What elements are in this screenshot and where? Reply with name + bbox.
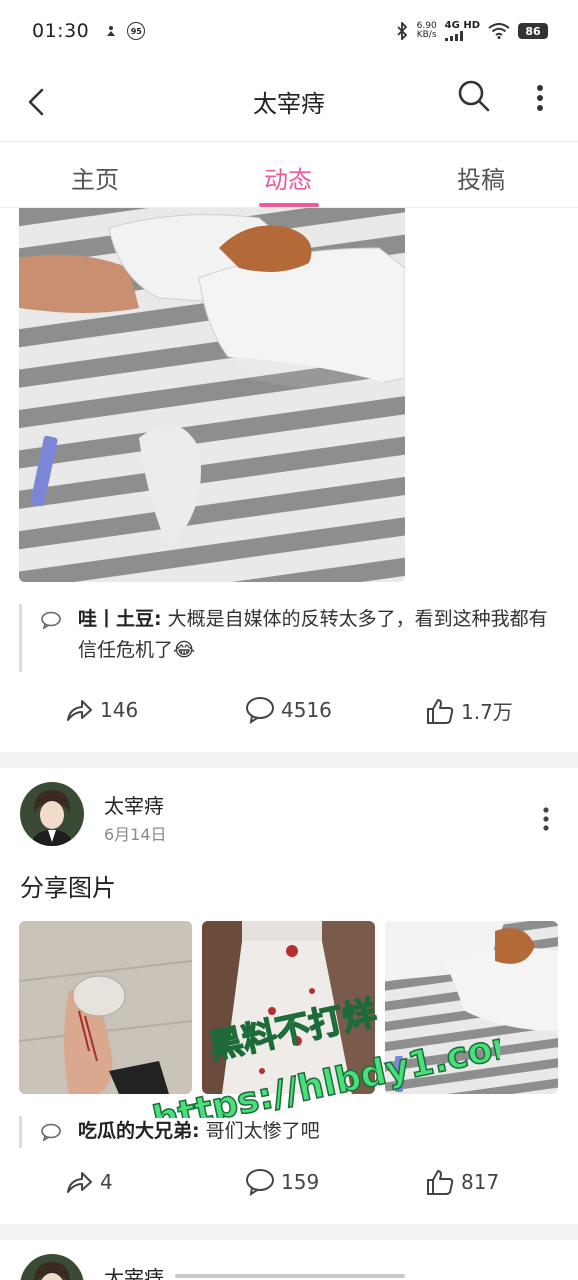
avatar[interactable] — [20, 782, 84, 846]
thumbs-up-icon — [427, 698, 454, 724]
comment-bubble-icon — [41, 1123, 61, 1141]
network-speed: 6.90 KB/s — [417, 22, 437, 40]
share-button[interactable]: 146 — [64, 696, 138, 724]
author-name[interactable]: 太宰痔 — [104, 790, 164, 819]
top-comment[interactable]: 吃瓜的大兄弟: 哥们太惨了吧 — [19, 1116, 559, 1148]
comment-bubble-icon — [41, 611, 61, 629]
post-actions: 146 4516 1.7万 — [0, 694, 578, 734]
network-label: 4G HD — [444, 20, 480, 31]
post-thumbnail[interactable] — [19, 921, 192, 1094]
like-button[interactable]: 1.7万 — [425, 696, 513, 725]
tab-posts[interactable]: 投稿 — [457, 160, 505, 195]
like-count: 817 — [461, 1170, 500, 1194]
comment-icon — [246, 1169, 274, 1196]
top-comment[interactable]: 哇丨土豆: 大概是自媒体的反转太多了，看到这种我都有信任危机了😂 — [19, 604, 559, 672]
comment-button[interactable]: 159 — [245, 1168, 319, 1196]
post-image[interactable] — [19, 208, 405, 582]
comment-username[interactable]: 哇丨土豆: — [78, 608, 162, 630]
post-text: 分享图片 — [20, 874, 116, 902]
bandaged-hand-photo — [385, 921, 558, 1094]
notification-badge: 95 — [127, 22, 146, 40]
top-bar: 太宰痔 — [0, 62, 578, 142]
share-button[interactable]: 4 — [64, 1168, 113, 1196]
hospital-bed-photo — [19, 208, 405, 582]
blood-floor-photo — [202, 921, 375, 1094]
post-actions: 4 159 817 — [0, 1166, 578, 1206]
cellular-signal: 4G HD — [444, 20, 480, 41]
signal-icon — [444, 31, 463, 41]
post-separator — [0, 752, 578, 768]
post-more-icon[interactable] — [540, 804, 552, 834]
post-thumbnail[interactable] — [202, 921, 375, 1094]
comment-username[interactable]: 吃瓜的大兄弟: — [78, 1120, 200, 1142]
share-count: 146 — [100, 698, 139, 722]
like-count: 1.7万 — [461, 700, 513, 724]
comment-text-block: 哇丨土豆: 大概是自媒体的反转太多了，看到这种我都有信任危机了😂 — [42, 604, 559, 666]
comment-icon — [246, 697, 274, 724]
comment-text-block: 吃瓜的大兄弟: 哥们太惨了吧 — [42, 1116, 559, 1147]
search-icon[interactable] — [456, 78, 492, 114]
speed-unit: KB/s — [416, 30, 437, 40]
comment-text: 哥们太惨了吧 — [199, 1120, 320, 1142]
battery-level: 86 — [518, 23, 548, 39]
comment-count: 4516 — [281, 698, 332, 722]
bluetooth-icon — [396, 22, 407, 40]
injured-leg-photo — [19, 921, 192, 1094]
wifi-icon — [488, 23, 510, 39]
status-time: 01:30 — [32, 20, 90, 42]
author-name[interactable]: 太宰痔 — [104, 1262, 164, 1280]
like-button[interactable]: 817 — [425, 1168, 499, 1196]
scroll-indicator — [175, 1274, 405, 1278]
thumbs-up-icon — [427, 1170, 454, 1195]
tab-activity[interactable]: 动态 — [264, 160, 312, 195]
post-date: 6月14日 — [104, 825, 167, 844]
avatar-image — [20, 1254, 84, 1280]
profile-tabs: 主页 动态 投稿 — [0, 142, 578, 208]
comment-count: 159 — [281, 1170, 320, 1194]
status-bar: 01:30 95 6.90 KB/s 4G HD 86 — [0, 0, 578, 62]
more-vertical-icon[interactable] — [530, 80, 550, 116]
laughing-emoji: 😂 — [173, 639, 196, 661]
post-separator — [0, 1224, 578, 1240]
share-icon — [67, 1172, 92, 1193]
tab-home[interactable]: 主页 — [71, 160, 119, 195]
avatar-image — [20, 782, 84, 846]
share-count: 4 — [100, 1170, 113, 1194]
person-icon — [107, 26, 116, 36]
share-icon — [67, 700, 92, 721]
post-thumbnail[interactable] — [385, 921, 558, 1094]
comment-button[interactable]: 4516 — [245, 696, 332, 724]
avatar[interactable] — [20, 1254, 84, 1280]
